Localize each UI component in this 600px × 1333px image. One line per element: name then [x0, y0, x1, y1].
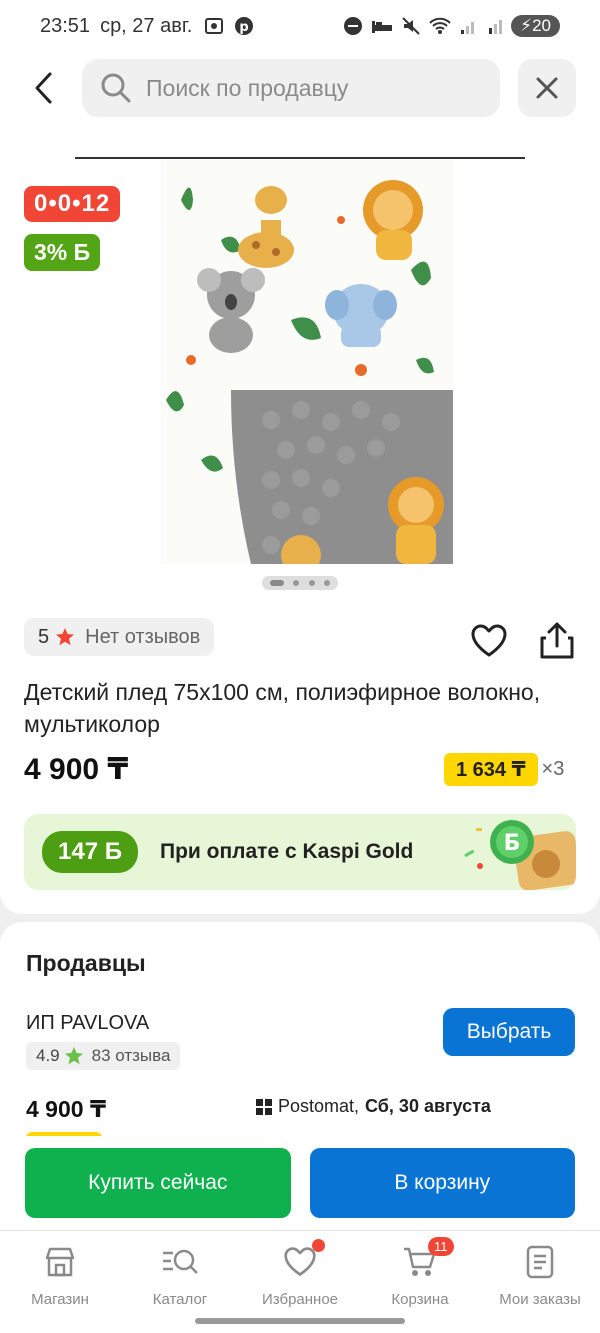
heart-icon: [471, 624, 507, 657]
tab-orders[interactable]: Мои заказы: [480, 1231, 600, 1333]
delivery-method: Postomat,: [278, 1096, 360, 1116]
mute-icon: [402, 17, 420, 35]
catalog-search-icon: [161, 1243, 199, 1281]
rating-pill[interactable]: 5 Нет отзывов: [24, 618, 215, 656]
cart-count-badge: 11: [428, 1237, 454, 1256]
divider: [75, 157, 525, 159]
bonus-coin-illustration: Б: [464, 820, 576, 890]
top-bar: Поиск по продавцу: [0, 52, 600, 124]
dnd-icon: [344, 17, 363, 35]
home-indicator[interactable]: [195, 1318, 405, 1324]
pagination-dot-active: [269, 580, 284, 586]
choose-seller-button[interactable]: Выбрать: [443, 1008, 575, 1056]
seller-rating-value: 4.9: [36, 1046, 60, 1065]
timer-badge: 0•0•12: [24, 186, 121, 222]
svg-text:Б: Б: [504, 831, 521, 856]
shop-icon: [41, 1243, 79, 1281]
installment-amount: 1 634 ₸: [444, 753, 538, 786]
svg-text:p: p: [240, 20, 249, 35]
bonus-text: При оплате с Kaspi Gold: [159, 840, 414, 863]
close-icon: [536, 77, 558, 99]
pagination-dot: [293, 580, 300, 586]
bed-icon: [372, 21, 393, 33]
battery-indicator: ⚡20: [511, 15, 560, 37]
notification-icons: p: [204, 16, 254, 36]
product-card: 0•0•12 3% Б 5 Нет отзывов Детский плед 7…: [0, 124, 600, 914]
sellers-title: Продавцы: [26, 950, 146, 976]
status-bar: 23:51 ср, 27 авг. p ⚡20: [0, 0, 600, 52]
tab-label: Корзина: [391, 1291, 449, 1308]
status-time: 23:51: [40, 14, 91, 37]
installment-info[interactable]: 1 634 ₸ ×3: [444, 753, 564, 786]
screenshot-icon: [205, 18, 224, 34]
tab-label: Мои заказы: [499, 1291, 581, 1308]
image-pagination[interactable]: [262, 576, 338, 590]
pinterest-icon: p: [235, 17, 254, 35]
close-button[interactable]: [518, 59, 576, 117]
star-icon: [56, 628, 75, 646]
delivery-date: Сб, 30 августа: [365, 1096, 491, 1116]
rating-value: 5: [38, 625, 50, 648]
blanket-illustration: [161, 160, 453, 564]
share-icon: [540, 622, 574, 659]
seller-rating[interactable]: 4.9 83 отзыва: [26, 1042, 181, 1070]
add-to-cart-button[interactable]: В корзину: [309, 1148, 575, 1218]
lion-bottom: [388, 477, 444, 564]
signal-r-icon: [489, 20, 503, 34]
seller-price: 4 900 ₸: [26, 1096, 106, 1122]
seller-reviews: 83 отзыва: [91, 1046, 171, 1065]
postomat-icon: [256, 1098, 272, 1115]
tab-label: Избранное: [261, 1291, 339, 1308]
search-placeholder: Поиск по продавцу: [146, 74, 349, 101]
tab-shop[interactable]: Магазин: [0, 1231, 120, 1333]
status-date: ср, 27 авг.: [100, 14, 193, 37]
buy-now-button[interactable]: Купить сейчас: [25, 1148, 291, 1218]
search-icon: [100, 72, 132, 104]
tab-label: Магазин: [31, 1291, 89, 1308]
delivery-info: Postomat, Сб, 30 августа: [256, 1096, 491, 1117]
favorites-dot-badge: [312, 1239, 325, 1252]
bonus-amount: 147 Б: [42, 831, 138, 873]
product-price: 4 900 ₸: [24, 753, 129, 786]
no-reviews-label: Нет отзывов: [85, 625, 201, 648]
orders-icon: [521, 1243, 559, 1281]
product-image[interactable]: [161, 160, 453, 564]
chevron-left-icon: [35, 72, 52, 104]
tab-label: Каталог: [152, 1291, 208, 1308]
signal-icon: [461, 22, 475, 34]
product-title: Детский плед 75х100 см, полиэфирное воло…: [24, 679, 541, 737]
installment-multiplier: ×3: [541, 758, 565, 780]
kaspi-gold-bonus-banner[interactable]: 147 Б При оплате с Kaspi Gold Б: [24, 814, 576, 890]
back-button[interactable]: [24, 68, 64, 108]
action-bar: Купить сейчас В корзину: [0, 1136, 600, 1230]
pagination-dot: [308, 580, 315, 586]
system-icons: ⚡20: [343, 15, 560, 37]
bonus-percent-badge: 3% Б: [24, 234, 101, 271]
search-input[interactable]: Поиск по продавцу: [82, 59, 500, 117]
pagination-dot: [324, 580, 331, 586]
share-button[interactable]: [538, 620, 576, 660]
favorite-button[interactable]: [470, 622, 508, 660]
seller-name[interactable]: ИП PAVLOVA: [26, 1012, 149, 1035]
star-icon: [64, 1047, 83, 1065]
wifi-icon: [429, 17, 451, 34]
